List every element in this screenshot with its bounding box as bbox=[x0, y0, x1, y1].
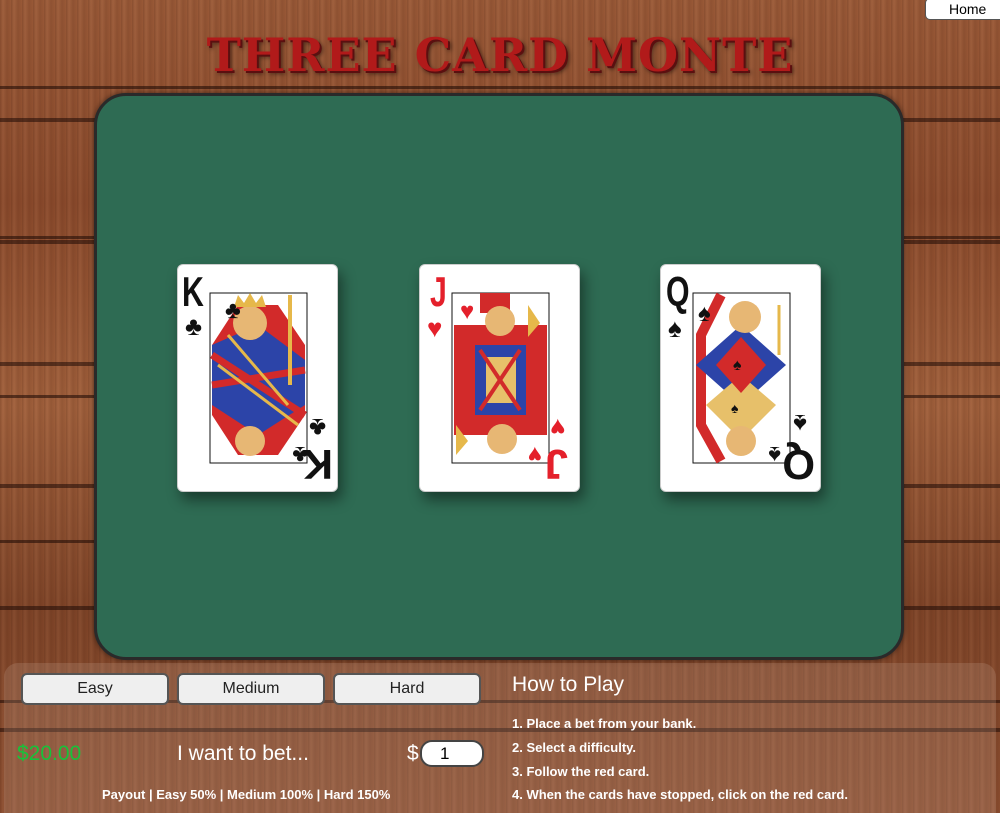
card-suit-icon: ♥ bbox=[550, 413, 566, 443]
how-to-play-step: 2. Select a difficulty. bbox=[512, 740, 637, 755]
how-to-play-step: 3. Follow the red card. bbox=[512, 764, 650, 779]
card-rank: K bbox=[302, 441, 333, 488]
svg-text:♠: ♠ bbox=[768, 441, 781, 468]
svg-text:♥: ♥ bbox=[460, 298, 474, 325]
card-jack-of-hearts[interactable]: ♥ ♥ J ♥ J ♥ bbox=[419, 264, 580, 492]
card-suit-icon: ♥ bbox=[427, 313, 443, 343]
currency-symbol: $ bbox=[407, 742, 419, 765]
bank-balance: $20.00 bbox=[17, 742, 82, 765]
card-suit-icon: ♣ bbox=[185, 311, 203, 341]
svg-text:♠: ♠ bbox=[731, 400, 739, 416]
game-table: ♣ ♣ K ♣ K ♣ ♥ ♥ J ♥ J ♥ ♠ ♠ ♠ ♠ Q ♠ Q ♠ bbox=[94, 93, 904, 660]
difficulty-medium-button[interactable]: Medium bbox=[177, 673, 325, 705]
card-rank: Q bbox=[782, 441, 815, 488]
card-suit-icon: ♠ bbox=[668, 313, 682, 343]
card-suit-icon: ♣ bbox=[309, 413, 327, 443]
card-king-of-clubs[interactable]: ♣ ♣ K ♣ K ♣ bbox=[177, 264, 338, 492]
card-rank: Q bbox=[666, 268, 690, 315]
svg-text:♥: ♥ bbox=[528, 441, 542, 468]
difficulty-easy-button[interactable]: Easy bbox=[21, 673, 169, 705]
svg-text:♠: ♠ bbox=[733, 357, 742, 374]
difficulty-hard-button[interactable]: Hard bbox=[333, 673, 481, 705]
home-button[interactable]: Home bbox=[925, 0, 1000, 20]
how-to-play-step: 4. When the cards have stopped, click on… bbox=[512, 787, 848, 802]
card-suit-icon: ♠ bbox=[793, 409, 807, 439]
svg-text:♣: ♣ bbox=[225, 297, 241, 324]
wood-seam bbox=[0, 86, 1000, 89]
svg-text:♠: ♠ bbox=[698, 300, 711, 327]
bet-label: I want to bet... bbox=[177, 742, 309, 765]
bet-amount-input[interactable] bbox=[420, 740, 484, 767]
card-rank: J bbox=[544, 441, 568, 488]
card-rank: K bbox=[182, 268, 204, 315]
page-title: THREE CARD MONTE bbox=[206, 28, 794, 82]
how-to-play-step: 1. Place a bet from your bank. bbox=[512, 716, 697, 731]
payout-info: Payout | Easy 50% | Medium 100% | Hard 1… bbox=[102, 787, 391, 802]
card-queen-of-spades[interactable]: ♠ ♠ ♠ ♠ Q ♠ Q ♠ bbox=[660, 264, 821, 492]
how-to-play-title: How to Play bbox=[512, 673, 625, 696]
card-rank: J bbox=[430, 268, 447, 315]
